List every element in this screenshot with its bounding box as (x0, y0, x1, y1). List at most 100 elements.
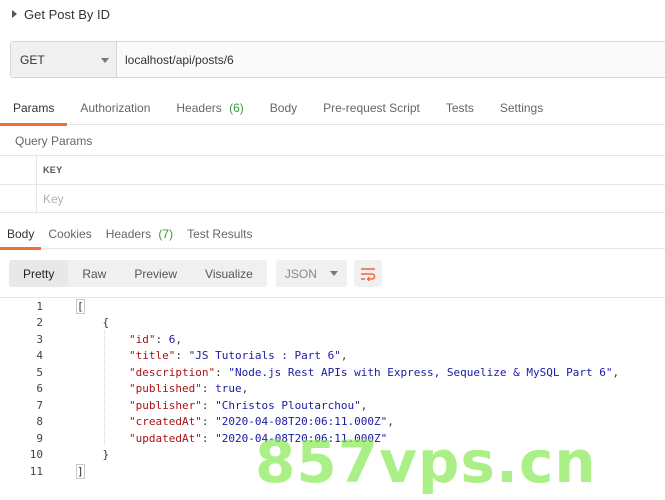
tab-params[interactable]: Params (0, 95, 68, 126)
code-gutter (59, 315, 76, 332)
tab-label: Cookies (48, 227, 92, 241)
tab-label: Headers (176, 101, 222, 115)
line-number: 8 (36, 415, 43, 429)
code-line: 1[ (0, 298, 665, 315)
code-gutter (59, 447, 76, 464)
response-toolbar: Pretty Raw Preview Visualize JSON (9, 260, 382, 287)
tab-label: Body (7, 227, 35, 241)
tab-test-results[interactable]: Test Results (180, 222, 259, 249)
table-header-row: KEY (0, 155, 665, 184)
url-input[interactable] (117, 42, 665, 77)
table-row (0, 184, 665, 213)
row-checkbox[interactable] (0, 185, 37, 212)
code-text: "published": true, (128, 382, 249, 396)
query-params-label: Query Params (15, 134, 93, 148)
tab-count: (7) (158, 227, 174, 241)
line-number: 1 (36, 299, 43, 313)
json-punctuation: { (76, 316, 110, 330)
json-punctuation: ] (76, 463, 85, 479)
json-key: "updatedAt" (128, 431, 202, 445)
tab-label: Pre-request Script (323, 101, 420, 115)
indent-guide (104, 330, 105, 445)
line-number: 7 (36, 398, 43, 412)
code-text: { (76, 316, 109, 329)
code-gutter (59, 463, 76, 480)
line-number: 6 (36, 382, 43, 396)
tab-tests[interactable]: Tests (433, 95, 487, 125)
view-mode-group: Pretty Raw Preview Visualize (9, 260, 267, 287)
code-text: } (76, 448, 109, 461)
tab-label: Authorization (80, 101, 151, 115)
url-bar: GET (10, 41, 665, 78)
tab-response-body[interactable]: Body (0, 222, 42, 250)
code-text: ] (76, 463, 85, 479)
caret-right-icon[interactable] (12, 10, 17, 18)
raw-button[interactable]: Raw (68, 260, 120, 287)
code-text: "createdAt": "2020-04-08T20:06:11.000Z", (128, 415, 394, 429)
json-key: "id" (128, 332, 156, 346)
json-value: "Node.js Rest APIs with Express, Sequeli… (228, 365, 613, 379)
code-line: 7 "publisher": "Christos Ploutarchou", (0, 397, 665, 414)
code-gutter (59, 331, 76, 348)
tab-label: Settings (499, 101, 544, 115)
code-line: 4 "title": "JS Tutorials : Part 6", (0, 348, 665, 365)
tab-label: Body (269, 101, 298, 115)
checkbox-column (0, 156, 37, 184)
json-key: "title" (128, 349, 176, 363)
request-name: Get Post By ID (24, 6, 110, 22)
response-tabs: Body Cookies Headers (7) Test Results (0, 222, 665, 250)
format-select[interactable]: JSON (275, 260, 347, 287)
code-line: 5 "description": "Node.js Rest APIs with… (0, 364, 665, 381)
tab-pre-request-script[interactable]: Pre-request Script (310, 95, 433, 125)
wrap-lines-button[interactable] (353, 260, 382, 287)
json-punctuation: [ (76, 298, 85, 314)
json-value: "2020-04-08T20:06:11.000Z" (215, 415, 388, 429)
method-value: GET (20, 52, 45, 67)
code-text: "title": "JS Tutorials : Part 6", (128, 349, 348, 363)
json-punctuation: } (76, 448, 110, 462)
json-key: "published" (128, 382, 202, 396)
request-title-row[interactable]: Get Post By ID (0, 0, 665, 28)
code-gutter (59, 348, 76, 365)
watermark: 857vps.cn (255, 428, 597, 496)
code-gutter (59, 381, 76, 398)
line-number: 4 (36, 349, 43, 363)
json-key: "description" (128, 365, 216, 379)
tab-body[interactable]: Body (257, 95, 310, 125)
query-params-table: KEY (0, 155, 665, 213)
tab-label: Test Results (187, 227, 253, 241)
code-gutter (59, 397, 76, 414)
tab-label: Tests (445, 101, 474, 115)
pretty-button[interactable]: Pretty (9, 260, 69, 287)
tab-settings[interactable]: Settings (487, 95, 556, 125)
code-text: "description": "Node.js Rest APIs with E… (128, 365, 620, 379)
code-gutter (59, 414, 76, 431)
json-key: "createdAt" (128, 415, 202, 429)
line-number: 11 (29, 464, 43, 478)
json-value: "JS Tutorials : Part 6" (188, 349, 341, 363)
code-gutter (59, 364, 76, 381)
code-text: "id": 6, (128, 332, 182, 346)
tab-cookies[interactable]: Cookies (41, 222, 98, 249)
line-number: 2 (36, 316, 43, 330)
code-line: 3 "id": 6, (0, 331, 665, 348)
key-input[interactable] (43, 191, 243, 206)
tab-response-headers[interactable]: Headers (7) (99, 222, 180, 249)
line-number: 10 (29, 448, 43, 462)
wrap-lines-icon (360, 267, 376, 281)
visualize-button[interactable]: Visualize (191, 260, 267, 287)
line-number: 3 (36, 332, 43, 346)
chevron-down-icon (101, 58, 109, 63)
key-column-header: KEY (43, 165, 63, 175)
code-gutter (59, 298, 76, 315)
method-select[interactable]: GET (11, 42, 117, 77)
code-line: 2 { (0, 315, 665, 332)
format-value: JSON (284, 266, 317, 281)
tab-headers[interactable]: Headers (6) (163, 95, 256, 125)
code-gutter (59, 430, 76, 447)
tab-count: (6) (229, 101, 244, 115)
json-value: true (215, 382, 242, 396)
preview-button[interactable]: Preview (120, 260, 191, 287)
tab-authorization[interactable]: Authorization (67, 95, 163, 125)
chevron-down-icon (329, 271, 338, 276)
